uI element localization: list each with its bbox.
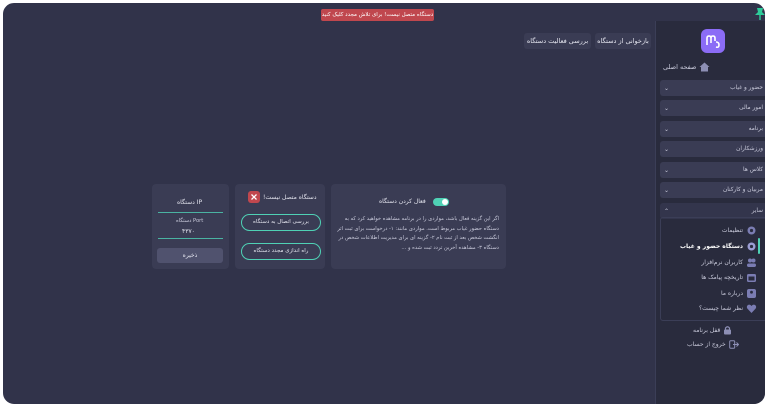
chevron-down-icon: ⌄ [664,166,670,174]
sidebar-item-classes[interactable]: کلاس ها ⌄ [660,162,765,178]
disconnected-icon [248,191,260,203]
save-button[interactable]: ذخیره [157,248,223,263]
chevron-down-icon: ⌄ [664,186,670,194]
chevron-down-icon: ⌄ [664,104,670,112]
enable-device-toggle[interactable] [433,198,449,206]
gear-icon [747,226,756,235]
app-window: دستگاه متصل نیست! برای تلاش مجدد کلیک کن… [0,0,768,407]
users-icon [747,258,756,267]
sidebar-item-label: مربیان و کارکنان [722,187,763,193]
heart-icon [746,304,757,313]
device-status-card: دستگاه متصل نیست! بررسی اتصال به دستگاه … [235,184,325,269]
active-indicator [758,238,760,254]
sidebar-item-label: سایر [751,208,763,214]
connection-alert[interactable]: دستگاه متصل نیست! برای تلاش مجدد کلیک کن… [321,9,434,21]
gear-icon [747,242,756,251]
logout-label: خروج از حساب [687,340,726,348]
chevron-down-icon: ⌄ [664,145,670,153]
submenu-item-label: درباره ما [720,290,743,297]
device-port-value[interactable]: ۴۳۷۰ [182,228,195,235]
submenu-item-label: تاریخچه پیامک ها [701,274,743,281]
chevron-down-icon: ⌄ [664,125,670,133]
lock-icon [724,326,732,335]
submenu-item-about[interactable]: درباره ما [721,287,757,300]
sidebar-item-finance[interactable]: امور مالی ⌄ [660,100,765,116]
app-logo [701,29,725,53]
sidebar-item-staff[interactable]: مربیان و کارکنان ⌄ [660,182,765,198]
device-port-label: Port دستگاه [176,218,204,224]
check-device-activity-button[interactable]: بررسی فعالیت دستگاه [524,33,591,49]
calendar-icon [747,274,756,282]
submenu-item-app-users[interactable]: کاربران نرم‌افزار [701,256,757,269]
sidebar-home[interactable]: صفحه اصلی [663,60,763,74]
check-connection-button[interactable]: بررسی اتصال به دستگاه [241,214,321,231]
home-icon [699,62,710,72]
reload-from-device-button[interactable]: بازخوانی از دستگاه [595,33,651,49]
device-ip-card: IP دستگاه Port دستگاه ۴۳۷۰ ذخیره [152,184,229,269]
submenu-item-label: کاربران نرم‌افزار [701,259,743,266]
lock-app-label: قفل برنامه [693,326,721,334]
submenu-item-label: نظر شما چیست؟ [699,305,743,312]
pin-icon[interactable] [754,7,766,21]
submenu-item-attendance-device[interactable]: دستگاه حضور و غیاب [680,240,757,253]
port-field-underline [158,238,223,239]
chevron-down-icon: ⌄ [664,84,670,92]
submenu-item-feedback[interactable]: نظر شما چیست؟ [699,302,757,315]
restart-device-button[interactable]: راه اندازی مجدد دستگاه [241,243,321,260]
sidebar-item-label: حضور و غیاب [730,85,763,91]
sidebar-item-label: کلاس ها [743,167,763,173]
enable-device-title: فعال کردن دستگاه [379,198,426,205]
logout-icon [728,339,739,349]
enable-device-description: اگر این گزینه فعال باشد، مواردی را در بر… [337,216,499,251]
sidebar-item-athletes[interactable]: ورزشکاران ⌄ [660,141,765,157]
ip-field-underline[interactable] [158,212,223,213]
sidebar-item-schedule[interactable]: برنامه ⌄ [660,121,765,137]
sidebar-item-attendance[interactable]: حضور و غیاب ⌄ [660,80,765,96]
logo-icon [706,35,720,49]
logout-button[interactable]: خروج از حساب [687,338,739,350]
sidebar-item-label: ورزشکاران [736,146,763,152]
sidebar-item-label: امور مالی [739,105,763,111]
device-ip-title: IP دستگاه [177,199,203,206]
submenu-item-sms-history[interactable]: تاریخچه پیامک ها [701,271,757,284]
sidebar-home-label: صفحه اصلی [663,63,697,71]
device-status-title: دستگاه متصل نیست! [263,194,317,201]
sidebar-item-label: برنامه [748,126,763,132]
submenu-item-settings[interactable]: تنظیمات [722,224,757,237]
chevron-up-icon: ⌃ [664,207,670,215]
group-icon [747,289,756,298]
submenu-item-label: تنظیمات [721,227,743,234]
submenu-item-label: دستگاه حضور و غیاب [680,243,743,250]
lock-app-button[interactable]: قفل برنامه [693,324,732,336]
